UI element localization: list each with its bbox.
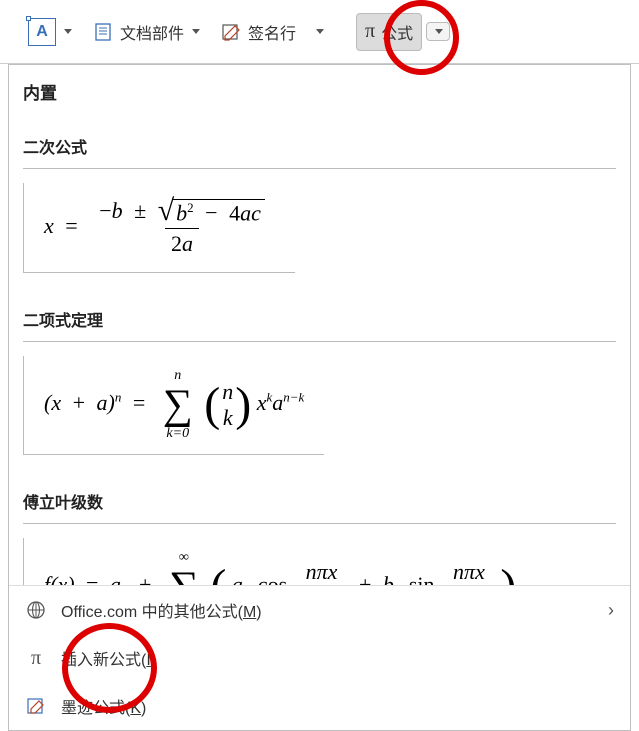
equation-gallery-panel: 内置 二次公式 x = −b ± √b2 − 4ac 2a 二项式定理 (8, 64, 631, 731)
document-parts-button[interactable]: 文档部件 (84, 14, 208, 50)
equation-button-label: 公式 (381, 20, 413, 44)
document-parts-label: 文档部件 (120, 20, 184, 44)
textbox-glyph: A (36, 23, 48, 41)
section-heading-binomial: 二项式定理 (23, 307, 616, 331)
equation-gallery-scroll[interactable]: 内置 二次公式 x = −b ± √b2 − 4ac 2a 二项式定理 (9, 65, 630, 585)
ink-equation-icon (25, 695, 47, 717)
equation-row: x = −b ± √b2 − 4ac 2a (23, 168, 616, 287)
menu-item-label: 墨迹公式(K) (61, 694, 146, 718)
builtin-heading: 内置 (23, 75, 616, 114)
chevron-down-icon (435, 29, 443, 34)
equation-row: f(x) = a0 + ∞∑n=1 ( an cos nπxL + bn sin… (23, 523, 616, 585)
equation-item-binomial[interactable]: (x + a)n = n∑k=0 (nk) xkan−k (23, 356, 324, 455)
chevron-right-icon: › (608, 600, 614, 621)
textbox-icon: A (28, 18, 56, 46)
equation-button[interactable]: π 公式 (356, 13, 422, 51)
equation-row: (x + a)n = n∑k=0 (nk) xkan−k (23, 341, 616, 469)
globe-icon (25, 599, 47, 621)
ink-equation-item[interactable]: 墨迹公式(K) (9, 682, 630, 730)
more-equations-online-item[interactable]: Office.com 中的其他公式(M) › (9, 586, 630, 634)
ribbon-toolbar: A 文档部件 签名行 π 公式 (0, 0, 639, 64)
menu-item-label: 插入新公式(I) (61, 646, 156, 670)
chevron-down-icon (64, 29, 72, 34)
pi-icon: π (25, 647, 47, 669)
section-heading-quadratic: 二次公式 (23, 134, 616, 158)
equation-preview: (x + a)n = n∑k=0 (nk) xkan−k (44, 368, 304, 442)
chevron-down-icon (192, 29, 200, 34)
gallery-footer: Office.com 中的其他公式(M) › π 插入新公式(I) 墨迹公式(K… (9, 585, 630, 730)
equation-dropdown-caret[interactable] (426, 22, 450, 41)
document-parts-icon (92, 21, 114, 43)
menu-item-label: Office.com 中的其他公式(M) (61, 598, 262, 622)
signature-line-label: 签名行 (248, 20, 296, 44)
textbox-button[interactable]: A (20, 12, 80, 52)
equation-preview: f(x) = a0 + ∞∑n=1 ( an cos nπxL + bn sin… (44, 550, 516, 585)
signature-line-dropdown[interactable] (308, 23, 330, 40)
signature-line-button[interactable]: 签名行 (212, 14, 304, 50)
equation-preview: x = −b ± √b2 − 4ac 2a (44, 196, 275, 260)
insert-new-equation-item[interactable]: π 插入新公式(I) (9, 634, 630, 682)
equation-item-fourier[interactable]: f(x) = a0 + ∞∑n=1 ( an cos nπxL + bn sin… (23, 538, 536, 585)
pi-icon: π (365, 20, 375, 43)
signature-icon (220, 21, 242, 43)
chevron-down-icon (316, 29, 324, 34)
equation-item-quadratic[interactable]: x = −b ± √b2 − 4ac 2a (23, 183, 295, 273)
section-heading-fourier: 傅立叶级数 (23, 489, 616, 513)
